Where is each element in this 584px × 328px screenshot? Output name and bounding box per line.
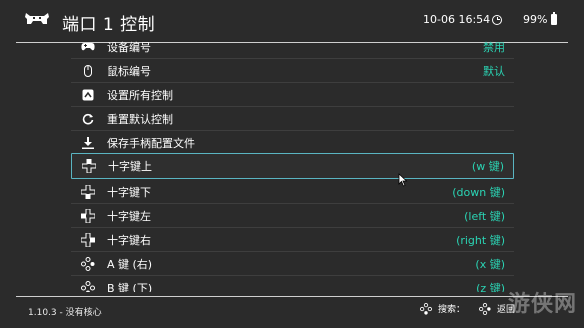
controller-buttons-icon — [420, 302, 432, 315]
back-button-icon — [479, 302, 491, 315]
list-item-dpad-left[interactable]: 十字键左 (left 键) — [71, 204, 514, 228]
list-item-label: 十字键左 — [107, 209, 151, 223]
list-item-value: (right 键) — [456, 233, 505, 247]
dpad-down-icon — [80, 184, 96, 200]
list-item-label: B 键 (下) — [107, 281, 153, 293]
list-item-value: (z 键) — [476, 281, 505, 293]
watermark-text: 游侠网 — [508, 292, 578, 317]
button-b-icon — [80, 280, 96, 292]
list-item-label: 设置所有控制 — [107, 88, 173, 102]
clock: 10-06 16:54 — [423, 13, 503, 26]
list-item-label: A 键 (右) — [107, 257, 153, 271]
battery-indicator: 99% — [523, 12, 558, 26]
version-text: 1.10.3 - 没有核心 — [28, 308, 102, 318]
list-item-value: 禁用 — [483, 40, 505, 54]
list-item-mouse-index[interactable]: 鼠标编号 默认 — [71, 59, 514, 83]
page-title: 端口 1 控制 — [62, 15, 156, 35]
list-item-label: 重置默认控制 — [107, 112, 173, 126]
list-item-value: (down 键) — [452, 185, 505, 199]
list-item-reset-controls[interactable]: 重置默认控制 — [71, 107, 514, 131]
list-item-dpad-down[interactable]: 十字键下 (down 键) — [71, 180, 514, 204]
footer-divider — [16, 296, 568, 297]
list-item-label: 设备编号 — [107, 40, 151, 54]
dpad-left-icon — [80, 208, 96, 224]
reset-icon — [80, 111, 96, 127]
list-item-label: 十字键右 — [107, 233, 151, 247]
dpad-right-icon — [80, 232, 96, 248]
list-item-label: 鼠标编号 — [107, 64, 151, 78]
list-item-set-all-controls[interactable]: 设置所有控制 — [71, 83, 514, 107]
battery-icon — [551, 12, 558, 25]
list-item-button-a[interactable]: A 键 (右) (x 键) — [71, 252, 514, 276]
list-item-label: 保存手柄配置文件 — [107, 136, 195, 150]
list-item-button-b[interactable]: B 键 (下) (z 键) — [71, 276, 514, 292]
list-item-dpad-right[interactable]: 十字键右 (right 键) — [71, 228, 514, 252]
clock-text: 10-06 16:54 — [423, 13, 491, 26]
footer-hints: 搜索： 返回 — [420, 302, 515, 315]
list-item-device-index[interactable]: 设备编号 禁用 — [71, 36, 514, 59]
search-hint[interactable]: 搜索： — [438, 302, 465, 315]
mouse-cursor-icon — [398, 173, 408, 187]
gamepad-icon — [80, 39, 96, 55]
settings-all-icon — [80, 87, 96, 103]
download-icon — [80, 135, 96, 151]
list-item-save-profile[interactable]: 保存手柄配置文件 — [71, 131, 514, 155]
list-item-value: 默认 — [483, 64, 505, 78]
settings-list[interactable]: 设备编号 禁用 鼠标编号 默认 设置所有控制 重置默认控制 保存手柄配置文件 十… — [71, 36, 514, 292]
retroarch-logo-icon — [25, 13, 49, 24]
button-a-icon — [80, 256, 96, 272]
mouse-icon — [80, 63, 96, 79]
dpad-up-icon — [81, 158, 97, 174]
list-item-label: 十字键下 — [107, 185, 151, 199]
list-item-value: (w 键) — [471, 160, 504, 173]
list-item-value: (x 键) — [475, 257, 505, 271]
list-item-label: 十字键上 — [108, 160, 152, 173]
list-item-dpad-up[interactable]: 十字键上 (w 键) — [71, 153, 514, 179]
clock-icon — [492, 14, 503, 25]
list-item-value: (left 键) — [464, 209, 505, 223]
battery-text: 99% — [523, 13, 548, 26]
